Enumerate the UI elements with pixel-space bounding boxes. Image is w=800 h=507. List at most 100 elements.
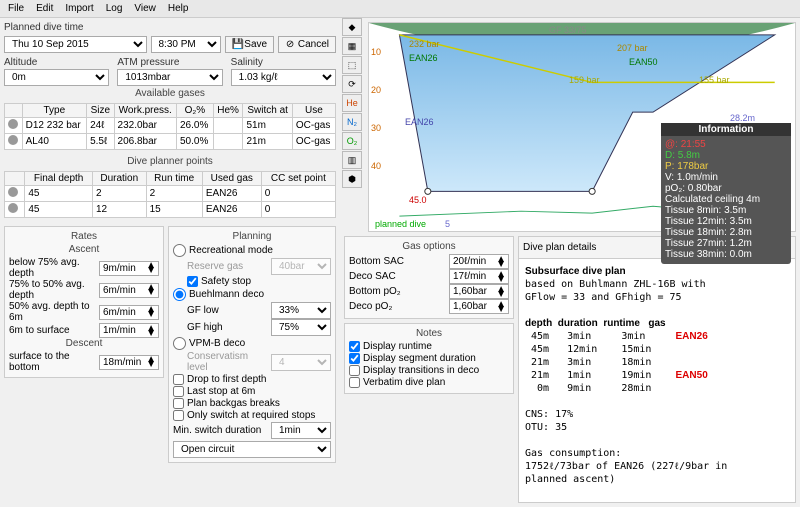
disp-segment-check[interactable] [349,353,360,364]
min-switch-input[interactable]: 1min [271,422,331,439]
planned-dive-time-label: Planned dive time [4,22,336,33]
buehlmann-label: Buehlmann deco [189,289,264,300]
vpmb-radio[interactable] [173,337,186,350]
cancel-button[interactable]: ⊘ Cancel [278,36,336,53]
buehlmann-radio[interactable] [173,288,186,301]
save-button[interactable]: 💾 Save [225,36,275,53]
chart-tool-2[interactable]: ⬚ [342,56,362,74]
deco-sac-label: Deco SAC [349,271,445,282]
details-title: Dive plan details [523,242,596,253]
disp-trans-check[interactable] [349,365,360,376]
info-title: Information [661,123,791,136]
backgas-check[interactable] [173,398,184,409]
rate-6-surf-label: 6m to surface [9,325,95,336]
min-switch-label: Min. switch duration [173,425,267,436]
rate-below75-input[interactable]: ▲▼ [99,261,159,276]
only-req-label: Only switch at required stops [187,410,315,421]
rate-75-50-input[interactable]: ▲▼ [99,283,159,298]
disp-runtime-check[interactable] [349,341,360,352]
verbatim-check[interactable] [349,377,360,388]
deco-po2-label: Deco pO₂ [349,301,445,312]
altitude-label: Altitude [4,57,109,68]
bottom-po2-input[interactable]: ▲▼ [449,284,509,299]
backgas-label: Plan backgas breaks [187,398,280,409]
gases-table[interactable]: TypeSizeWork.press.O₂%He%Switch atUse D1… [4,103,336,150]
atm-input[interactable]: 1013mbar [117,69,222,86]
menu-help[interactable]: Help [168,3,189,14]
drop-first-label: Drop to first depth [187,374,266,385]
disp-segment-label: Display segment duration [363,353,476,364]
table-row[interactable]: 451215EAN260 [5,202,336,218]
vpmb-label: VPM-B deco [189,338,245,349]
table-row[interactable]: 4522EAN260 [5,186,336,202]
chart-tool-4[interactable]: He [342,94,362,112]
cancel-icon: ⊘ [285,39,295,50]
descent-label: Descent [9,338,159,349]
safety-stop-label: Safety stop [201,276,251,287]
info-tooltip: Information @: 21:55D: 5.8mP: 178barV: 1… [661,123,791,264]
gfhigh-label: GF high [187,322,267,333]
cylinder-icon [8,135,18,145]
time-input[interactable]: 8:30 PM [151,36,221,53]
altitude-input[interactable]: 0m [4,69,109,86]
chart-tool-0[interactable]: ◆ [342,18,362,36]
chart-toolbar: ◆▦⬚⟳HeN₂O₂▥⬢ [342,18,362,188]
reserve-gas-input: 40bar [271,258,331,275]
menu-file[interactable]: File [8,3,24,14]
only-req-check[interactable] [173,410,184,421]
deco-po2-input[interactable]: ▲▼ [449,299,509,314]
details-body: Subsurface dive plan based on Buhlmann Z… [518,259,796,503]
points-table[interactable]: Final depthDurationRun timeUsed gasCC se… [4,171,336,218]
chart-tool-6[interactable]: O₂ [342,132,362,150]
deco-sac-input[interactable]: ▲▼ [449,269,509,284]
bottom-po2-label: Bottom pO₂ [349,286,445,297]
planning-title: Planning [173,231,331,242]
cons-label: Conservatism level [187,351,267,373]
chart-tool-1[interactable]: ▦ [342,37,362,55]
chart-tool-8[interactable]: ⬢ [342,170,362,188]
rate-50-6-label: 50% avg. depth to 6m [9,301,95,323]
menu-log[interactable]: Log [106,3,123,14]
safety-stop-check[interactable] [187,276,198,287]
point-icon [8,203,18,213]
gflow-label: GF low [187,305,267,316]
rate-50-6-input[interactable]: ▲▼ [99,305,159,320]
bottom-sac-label: Bottom SAC [349,256,445,267]
rate-6-surf-input[interactable]: ▲▼ [99,323,159,338]
ascent-label: Ascent [9,244,159,255]
cons-input: 4 [271,354,331,371]
save-icon: 💾 [232,39,242,50]
gflow-input[interactable]: 33% [271,302,331,319]
table-row[interactable]: D12 232 bar24ℓ232.0bar26.0%51mOC-gas [5,118,336,134]
rate-75-50-label: 75% to 50% avg. depth [9,279,95,301]
dive-profile-chart[interactable]: 10 20 30 40 45.0 232 bar EAN26 207 bar E… [368,22,796,232]
date-input[interactable]: Thu 10 Sep 2015 [4,36,147,53]
bottom-sac-input[interactable]: ▲▼ [449,254,509,269]
menu-import[interactable]: Import [65,3,93,14]
menu-view[interactable]: View [134,3,156,14]
menu-edit[interactable]: Edit [36,3,53,14]
table-row[interactable]: AL405.5ℓ206.8bar50.0%21mOC-gas [5,134,336,150]
chart-tool-7[interactable]: ▥ [342,151,362,169]
salinity-input[interactable]: 1.03 kg/ℓ [231,69,336,86]
rate-below75-label: below 75% avg. depth [9,257,95,279]
chart-tool-5[interactable]: N₂ [342,113,362,131]
gfhigh-input[interactable]: 75% [271,319,331,336]
rates-title: Rates [9,231,159,242]
drop-first-check[interactable] [173,374,184,385]
atm-label: ATM pressure [117,57,222,68]
chart-tool-3[interactable]: ⟳ [342,75,362,93]
point-icon [8,187,18,197]
circuit-select[interactable]: Open circuit [173,441,331,458]
last-6m-check[interactable] [173,386,184,397]
rate-surf-bottom-input[interactable]: ▲▼ [99,355,159,370]
disp-runtime-label: Display runtime [363,341,432,352]
cylinder-icon [8,119,18,129]
gas-options-title: Gas options [349,241,509,252]
planner-points-title: Dive planner points [4,156,336,167]
menubar: File Edit Import Log View Help [0,0,800,18]
disp-trans-label: Display transitions in deco [363,365,479,376]
salinity-label: Salinity [231,57,336,68]
last-6m-label: Last stop at 6m [187,386,255,397]
rec-mode-radio[interactable] [173,244,186,257]
